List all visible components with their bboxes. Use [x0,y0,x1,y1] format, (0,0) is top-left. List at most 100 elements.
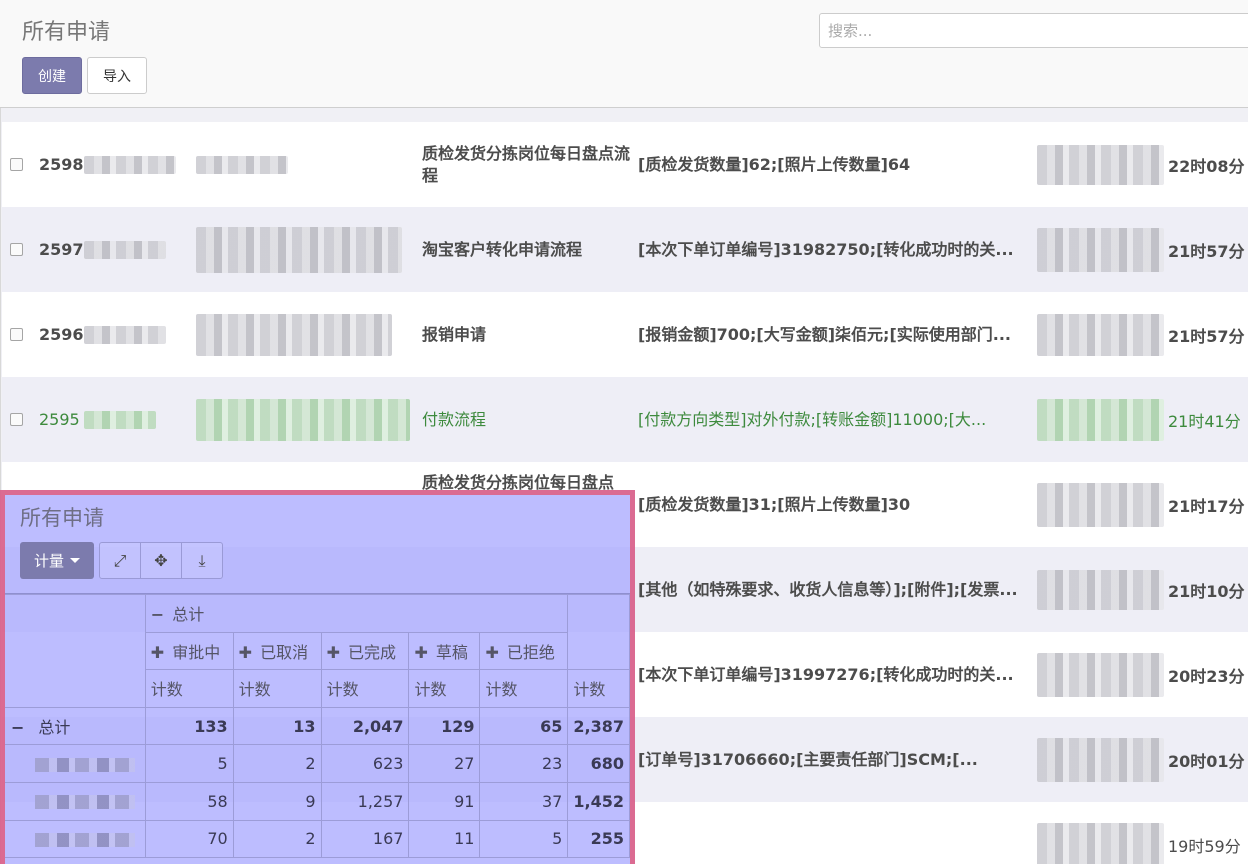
row-checkbox[interactable] [10,158,23,171]
measure-header: 计数 [567,669,630,708]
pivot-cell: 13 [232,706,322,746]
measure-header: 计数 [144,669,234,708]
fullscreen-icon[interactable]: ✥ [141,543,182,578]
pivot-row-header[interactable] [5,744,146,783]
list-row[interactable]: 2595 付款流程 [付款方向类型]对外付款;[转账金额]11000;[大...… [2,377,1248,462]
measure-header: 计数 [479,669,569,708]
pivot-cell: 9 [232,781,322,821]
blurred-field [84,155,176,174]
list-row[interactable]: 2597 淘宝客户转化申请流程 [本次下单订单编号]31982750;[转化成功… [2,207,1248,292]
row-description: [报销金额]700;[大写金额]柒佰元;[实际使用部门... [638,324,1011,344]
pivot-title: 所有申请 [20,506,104,530]
pivot-cell: 27 [408,744,481,783]
pivot-cell: 2,387 [567,706,630,746]
row-workflow: 淘宝客户转化申请流程 [422,239,583,259]
row-id: 2597 [39,240,84,259]
row-duration: 21时57分 [1168,326,1245,346]
blurred-field [1037,652,1164,697]
row-duration: 21时10分 [1168,581,1245,601]
pivot-cell: 11 [408,819,481,859]
pivot-cell: 5 [479,819,569,859]
pivot-col-header[interactable]: ✚ 草稿 [408,631,481,671]
pivot-cell: 167 [320,819,410,859]
create-button[interactable]: 创建 [22,57,82,94]
blurred-field [1037,144,1164,185]
pivot-cell: 133 [144,706,234,746]
pivot-col-header[interactable]: ✚ 已拒绝 [479,631,569,671]
row-workflow: 付款流程 [422,409,487,429]
pivot-cell: 5 [144,744,234,783]
blurred-field [1037,822,1164,864]
pivot-cell: 255 [567,819,630,859]
pivot-cell: 680 [567,744,630,783]
pivot-col-group-header[interactable]: − 总计 [144,594,569,633]
row-workflow: 报销申请 [422,324,487,344]
download-icon[interactable]: ⤓ [182,543,222,578]
page-title: 所有申请 [22,20,111,45]
blurred-field [84,410,156,429]
pivot-cell: 2 [232,744,322,783]
pivot-cell: 91 [408,781,481,821]
row-duration: 19时59分 [1168,836,1241,856]
row-description: [本次下单订单编号]31997276;[转化成功时的关... [638,664,1014,684]
blurred-field [35,757,135,772]
blurred-field [1037,569,1164,610]
pivot-cell: 623 [320,744,410,783]
row-duration: 20时01分 [1168,751,1245,771]
pivot-row-header[interactable] [5,781,146,821]
collapse-icon: − [150,605,165,625]
row-description: [本次下单订单编号]31982750;[转化成功时的关... [638,239,1014,259]
pivot-cell: 70 [144,819,234,859]
pivot-col-header[interactable]: ✚ 已取消 [232,631,322,671]
pivot-row-header[interactable] [5,819,146,859]
measure-label: 计量 [33,552,64,570]
expand-plus-icon: ✚ [326,642,340,662]
row-description: [质检发货数量]62;[照片上传数量]64 [638,154,911,174]
blurred-field [84,240,166,259]
blurred-field [196,226,402,273]
search-input[interactable] [819,13,1248,48]
control-panel: 所有申请 创建 导入 [0,0,1248,108]
row-id: 2598 [39,155,84,174]
pivot-total-col-header [567,593,630,671]
pivot-cell: 58 [144,781,234,821]
pivot-col-header[interactable]: ✚ 已完成 [320,631,410,671]
pivot-toolbar: ⤢ ✥ ⤓ [99,542,223,579]
row-id: 2596 [39,325,84,344]
list-row[interactable]: 2596 报销申请 [报销金额]700;[大写金额]柒佰元;[实际使用部门...… [2,292,1248,377]
measure-dropdown-button[interactable]: 计量 [20,542,94,579]
row-duration: 21时41分 [1168,411,1241,431]
pivot-row-header-total[interactable]: − 总计 [5,706,146,746]
expand-plus-icon: ✚ [238,642,253,662]
pivot-cell: 65 [479,706,569,746]
row-duration: 21时57分 [1168,241,1245,261]
collapse-icon: − [11,718,25,738]
measure-header: 计数 [320,669,410,708]
list-row[interactable]: 2598 质检发货分拣岗位每日盘点流程 [质检发货数量]62;[照片上传数量]6… [2,122,1248,207]
row-checkbox[interactable] [10,243,23,256]
pivot-col-header[interactable]: ✚ 审批中 [144,631,234,671]
row-checkbox[interactable] [10,413,23,426]
expand-plus-icon: ✚ [485,642,499,662]
pivot-cell: 23 [479,744,569,783]
pivot-cell: 37 [479,781,569,821]
pivot-cell: 2 [232,819,322,859]
pivot-cell: 1,452 [567,781,630,821]
blurred-field [1037,313,1164,356]
row-description: [订单号]31706660;[主要责任部门]SCM;[... [638,749,978,769]
pivot-overlay: 所有申请 计量 ⤢ ✥ ⤓ − 总计 ✚ 审批中 ✚ 已取消 ✚ 已完成 ✚ 草稿 ✚ 已拒… [0,490,635,864]
blurred-field [196,155,288,174]
import-button[interactable]: 导入 [87,57,147,94]
blurred-field [1037,482,1164,527]
blurred-field [1037,227,1164,272]
blurred-field [84,325,166,344]
row-workflow: 质检发货分拣岗位每日盘点流程 [422,143,631,185]
pivot-cell: 129 [408,706,481,746]
row-checkbox[interactable] [10,328,23,341]
blurred-field [1037,398,1164,441]
expand-icon[interactable]: ⤢ [100,543,141,578]
row-duration: 21时17分 [1168,496,1245,516]
blurred-field [196,313,392,356]
pivot-corner [5,594,146,708]
row-id: 2595 [39,410,80,429]
